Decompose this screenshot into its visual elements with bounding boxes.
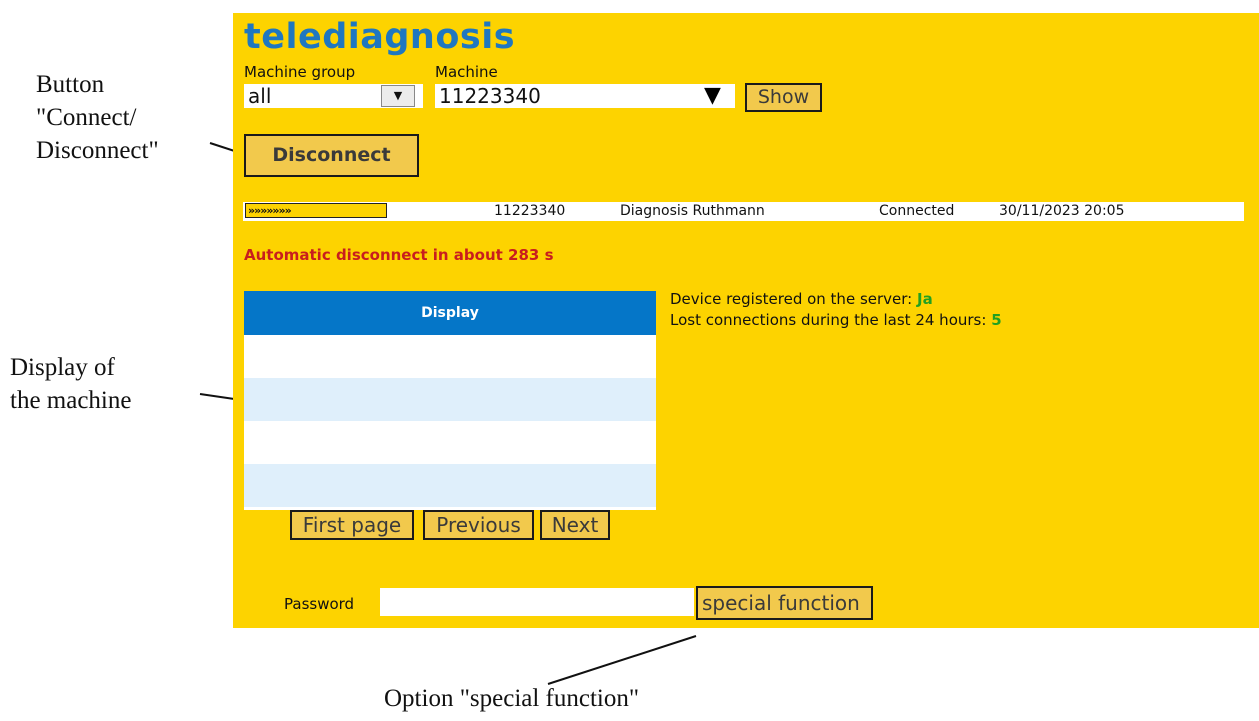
device-info: Device registered on the server: Ja Lost… (670, 289, 1002, 331)
first-page-button[interactable]: First page (290, 510, 414, 540)
lost-connections-value: 5 (991, 311, 1002, 329)
display-line (244, 421, 656, 464)
display-line (244, 378, 656, 421)
status-timestamp: 30/11/2023 20:05 (999, 203, 1125, 219)
connection-progress-indicator: »»»»»»» (245, 203, 387, 218)
machine-group-value: all (248, 84, 272, 108)
machine-label: Machine (435, 63, 498, 81)
next-button[interactable]: Next (540, 510, 610, 540)
machine-group-label: Machine group (244, 63, 356, 81)
annotation-display: Display of the machine (10, 354, 132, 414)
display-header: Display (244, 291, 656, 335)
lost-connections-line: Lost connections during the last 24 hour… (670, 310, 1002, 331)
auto-disconnect-warning: Automatic disconnect in about 283 s (244, 246, 554, 264)
machine-select[interactable]: 11223340 (435, 84, 735, 108)
display-line (244, 464, 656, 507)
annotation-special-function: Option "special function" (384, 685, 640, 712)
annotation-connect-button: Button "Connect/ Disconnect" (36, 71, 159, 164)
show-button[interactable]: Show (745, 83, 822, 112)
display-line (244, 335, 656, 378)
previous-button[interactable]: Previous (423, 510, 534, 540)
machine-dropdown-icon[interactable]: ▼ (704, 84, 721, 108)
machine-display: Display (244, 291, 656, 510)
status-machine-id: 11223340 (494, 203, 566, 219)
device-registered-value: Ja (916, 290, 933, 308)
disconnect-button[interactable]: Disconnect (244, 134, 419, 177)
status-connection-name: Diagnosis Ruthmann (620, 203, 765, 219)
telediagnosis-panel: telediagnosis Machine group all ▼ Machin… (233, 13, 1259, 628)
machine-value: 11223340 (439, 84, 541, 108)
password-input[interactable] (380, 588, 694, 616)
machine-group-select[interactable]: all ▼ (244, 84, 423, 108)
connection-status-row: »»»»»»» 11223340 Diagnosis Ruthmann Conn… (243, 202, 1244, 221)
special-function-button[interactable]: special function (696, 586, 873, 620)
machine-group-dropdown-button[interactable]: ▼ (381, 85, 415, 107)
password-label: Password (284, 595, 355, 613)
app-title: telediagnosis (244, 17, 516, 57)
device-registered-label: Device registered on the server: (670, 290, 917, 308)
status-connection-state: Connected (879, 203, 955, 219)
device-registered-line: Device registered on the server: Ja (670, 289, 1002, 310)
lost-connections-label: Lost connections during the last 24 hour… (670, 311, 992, 329)
leader-line-special (547, 635, 697, 685)
